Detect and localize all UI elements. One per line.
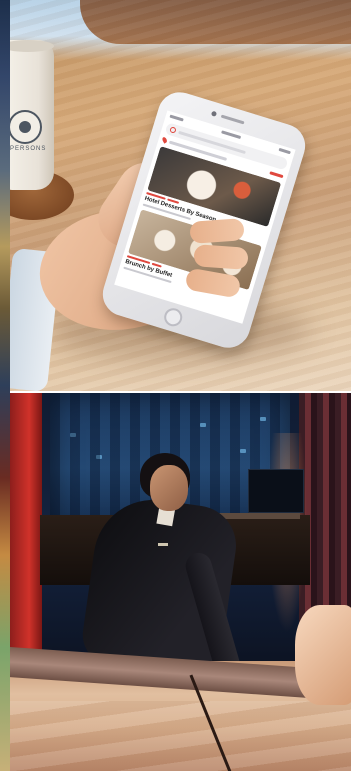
- filter-tag: [269, 170, 284, 178]
- search-icon: [169, 126, 177, 134]
- television: [248, 469, 304, 513]
- front-camera-icon: [210, 110, 218, 117]
- location-pin-icon: [161, 136, 168, 144]
- phone-speaker: [220, 114, 245, 125]
- bed-sheet-folds: [10, 701, 351, 771]
- pillow: [295, 605, 351, 705]
- name-badge: [158, 543, 168, 546]
- adjacent-photo-strip: [0, 0, 10, 771]
- photo-housekeeping: [10, 393, 351, 771]
- photo-phone-in-hand: PERSONS Hotel Desserts By Season Brunch …: [10, 0, 351, 393]
- face: [150, 465, 188, 511]
- home-button-icon: [161, 306, 185, 329]
